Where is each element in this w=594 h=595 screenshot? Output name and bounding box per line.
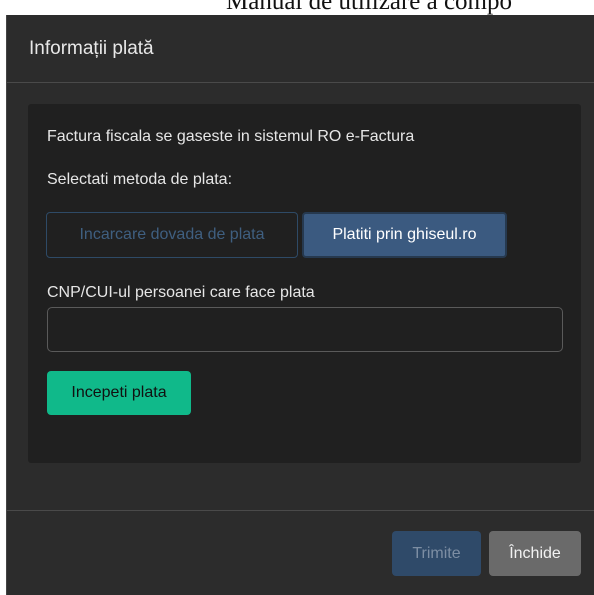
page: Manual de utilizare a compo Informații p… [0, 0, 594, 595]
modal-body: Factura fiscala se gaseste in sistemul R… [7, 83, 594, 509]
payment-panel: Factura fiscala se gaseste in sistemul R… [28, 104, 581, 463]
payment-info-modal: Informații plată Factura fiscala se gase… [6, 15, 594, 595]
modal-title: Informații plată [29, 37, 154, 59]
cnp-field-label: CNP/CUI-ul persoanei care face plata [47, 284, 315, 301]
background-document-title: Manual de utilizare a compo [226, 0, 512, 15]
start-payment-button[interactable]: Incepeti plata [47, 371, 191, 415]
upload-proof-button[interactable]: Incarcare dovada de plata [46, 212, 298, 258]
payment-method-prompt: Selectati metoda de plata: [47, 171, 233, 188]
close-button[interactable]: Închide [489, 531, 581, 576]
modal-footer: Trimite Închide [7, 510, 594, 595]
submit-button[interactable]: Trimite [392, 531, 481, 576]
invoice-info-text: Factura fiscala se gaseste in sistemul R… [47, 128, 415, 145]
modal-header: Informații plată [7, 15, 594, 83]
pay-via-ghiseul-button[interactable]: Platiti prin ghiseul.ro [302, 212, 507, 258]
cnp-input[interactable] [47, 307, 563, 352]
